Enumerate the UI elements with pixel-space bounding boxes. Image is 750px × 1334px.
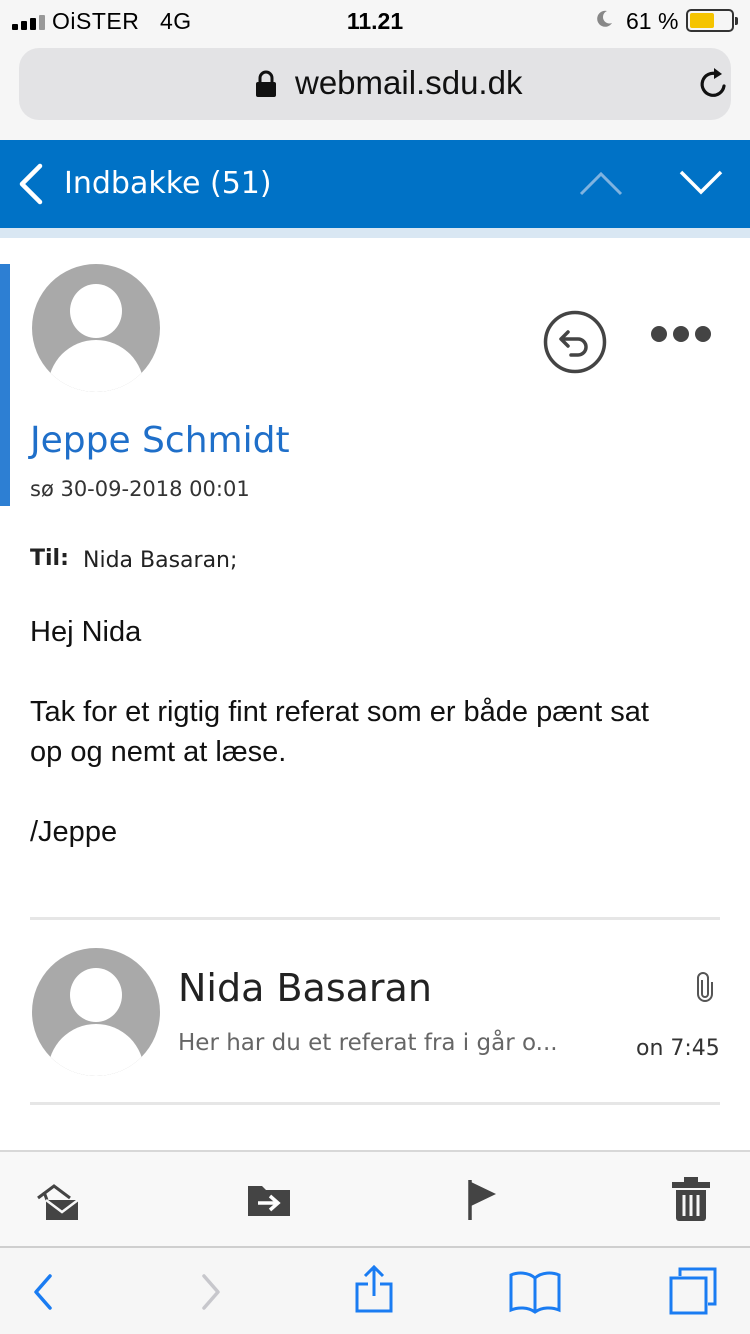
reload-icon[interactable]: [695, 66, 731, 102]
moon-icon: [597, 10, 612, 27]
message-action-toolbar: [0, 1150, 750, 1246]
sent-date: sø 30-09-2018 00:01: [30, 477, 250, 501]
chevron-up-icon[interactable]: [578, 168, 624, 198]
folder-title[interactable]: Indbakke (51): [64, 166, 272, 201]
mail-header: Indbakke (51): [0, 140, 750, 228]
status-bar: OiSTER 4G 11.21 61 %: [0, 0, 750, 40]
url-text: webmail.sdu.dk: [295, 64, 523, 101]
move-folder-icon[interactable]: [246, 1182, 292, 1218]
message-greeting: Hej Nida: [30, 616, 142, 648]
browser-chrome: OiSTER 4G 11.21 61 % webmail.sdu.dk: [0, 0, 750, 140]
battery-level-fill: [690, 13, 714, 28]
recipient-label: Til:: [30, 546, 69, 571]
mark-read-icon[interactable]: [36, 1178, 80, 1222]
tabs-icon[interactable]: [668, 1266, 718, 1316]
battery-percent: 61 %: [626, 8, 679, 34]
flag-icon[interactable]: [466, 1178, 500, 1222]
chevron-down-icon[interactable]: [678, 168, 724, 198]
thread-preview: Her har du et referat fra i går o...: [178, 1030, 558, 1056]
header-shadow: [0, 228, 750, 238]
browser-toolbar: [0, 1246, 750, 1334]
selected-message-indicator: [0, 264, 10, 506]
back-icon[interactable]: [30, 1272, 56, 1312]
lock-icon: [256, 70, 276, 97]
forward-icon[interactable]: [198, 1272, 224, 1312]
divider: [30, 1102, 720, 1105]
sender-avatar: [32, 264, 160, 392]
thread-time: on 7:45: [636, 1036, 720, 1061]
sender-name[interactable]: Jeppe Schmidt: [30, 420, 290, 461]
recipient-value[interactable]: Nida Basaran;: [83, 548, 237, 573]
more-options-button[interactable]: [648, 322, 714, 346]
message-body-line: Tak for et rigtig fint referat som er bå…: [30, 696, 649, 728]
reply-button[interactable]: [543, 310, 607, 374]
thread-avatar: [32, 948, 160, 1076]
paperclip-icon: [697, 972, 713, 1002]
message-signature: /Jeppe: [30, 816, 118, 848]
address-bar[interactable]: webmail.sdu.dk: [19, 48, 731, 120]
trash-icon[interactable]: [671, 1176, 711, 1222]
bookmarks-icon[interactable]: [508, 1270, 562, 1314]
divider: [30, 917, 720, 920]
share-icon[interactable]: [354, 1264, 394, 1314]
message-body-line: op og nemt at læse.: [30, 736, 287, 768]
battery-icon: [686, 9, 738, 32]
thread-sender-name: Nida Basaran: [178, 966, 432, 1010]
chevron-left-icon[interactable]: [16, 162, 46, 206]
